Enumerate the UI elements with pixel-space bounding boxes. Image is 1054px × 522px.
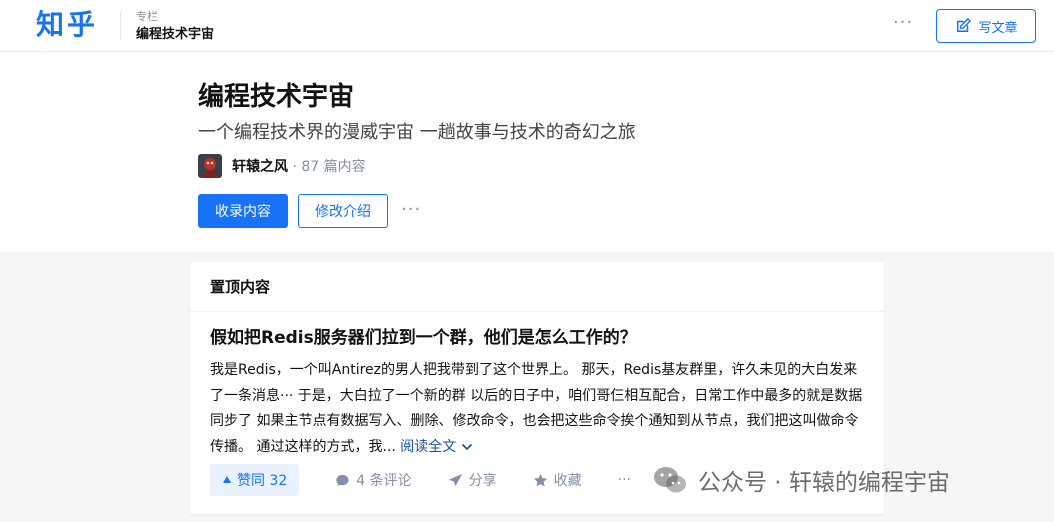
favorite-label: 收藏	[553, 473, 582, 489]
column-title: 编程技术宇宙	[198, 82, 355, 112]
pinned-card-header: 置顶内容	[190, 262, 884, 312]
share-button[interactable]: 分享	[448, 470, 497, 490]
edit-intro-button[interactable]: 修改介绍	[298, 194, 388, 228]
read-more-link[interactable]: 阅读全文	[400, 439, 472, 455]
article-actions: 赞同 32 4 条评论 分享 收藏 ···	[210, 463, 631, 497]
article-excerpt-text: 我是Redis，一个叫Antirez的男人把我带到了这个世界上。 那天，Redi…	[210, 362, 863, 455]
column-header: 编程技术宇宙 一个编程技术界的漫威宇宙 一趟故事与技术的奇幻之旅 轩辕之风 · …	[0, 53, 1054, 252]
top-navbar: 知乎 专栏 编程技术宇宙 ··· 写文章	[0, 0, 1054, 52]
write-article-label: 写文章	[978, 20, 1018, 36]
author-line: 轩辕之风 · 87 篇内容	[232, 157, 366, 177]
article-count: · 87 篇内容	[288, 159, 366, 175]
zhihu-logo[interactable]: 知乎	[36, 6, 98, 44]
article-excerpt[interactable]: 我是Redis，一个叫Antirez的男人把我带到了这个世界上。 那天，Redi…	[210, 358, 866, 460]
column-description: 一个编程技术界的漫威宇宙 一趟故事与技术的奇幻之旅	[198, 122, 636, 143]
pinned-section-title: 置顶内容	[210, 278, 271, 296]
share-icon	[448, 473, 462, 486]
star-icon	[533, 473, 547, 486]
write-article-button[interactable]: 写文章	[936, 9, 1036, 43]
article-title[interactable]: 假如把Redis服务器们拉到一个群，他们是怎么工作的？	[210, 326, 637, 350]
article-more-icon[interactable]: ···	[618, 472, 631, 488]
edit-icon	[957, 17, 972, 32]
comment-icon	[336, 474, 349, 486]
wechat-icon	[654, 467, 686, 493]
author-name[interactable]: 轩辕之风	[232, 159, 288, 175]
header-divider	[120, 12, 121, 40]
header-more-icon[interactable]: ···	[893, 12, 913, 34]
share-label: 分享	[468, 473, 497, 489]
breadcrumb-column-title[interactable]: 编程技术宇宙	[136, 26, 214, 44]
chevron-down-icon	[461, 443, 472, 450]
author-avatar[interactable]	[198, 154, 222, 178]
column-more-icon[interactable]: ···	[401, 199, 421, 221]
comment-label: 4 条评论	[356, 473, 412, 489]
wechat-watermark: 公众号 · 轩辕的编程宇宙	[652, 463, 950, 497]
upvote-label: 赞同 32	[237, 473, 288, 489]
collect-content-button[interactable]: 收录内容	[198, 194, 288, 228]
comment-button[interactable]: 4 条评论	[335, 470, 412, 490]
read-more-label: 阅读全文	[400, 438, 457, 455]
watermark-text: 公众号 · 轩辕的编程宇宙	[698, 470, 950, 496]
breadcrumb-label[interactable]: 专栏	[136, 10, 158, 24]
favorite-button[interactable]: 收藏	[533, 470, 582, 490]
upvote-button[interactable]: 赞同 32	[210, 464, 300, 496]
upvote-icon	[223, 476, 231, 483]
